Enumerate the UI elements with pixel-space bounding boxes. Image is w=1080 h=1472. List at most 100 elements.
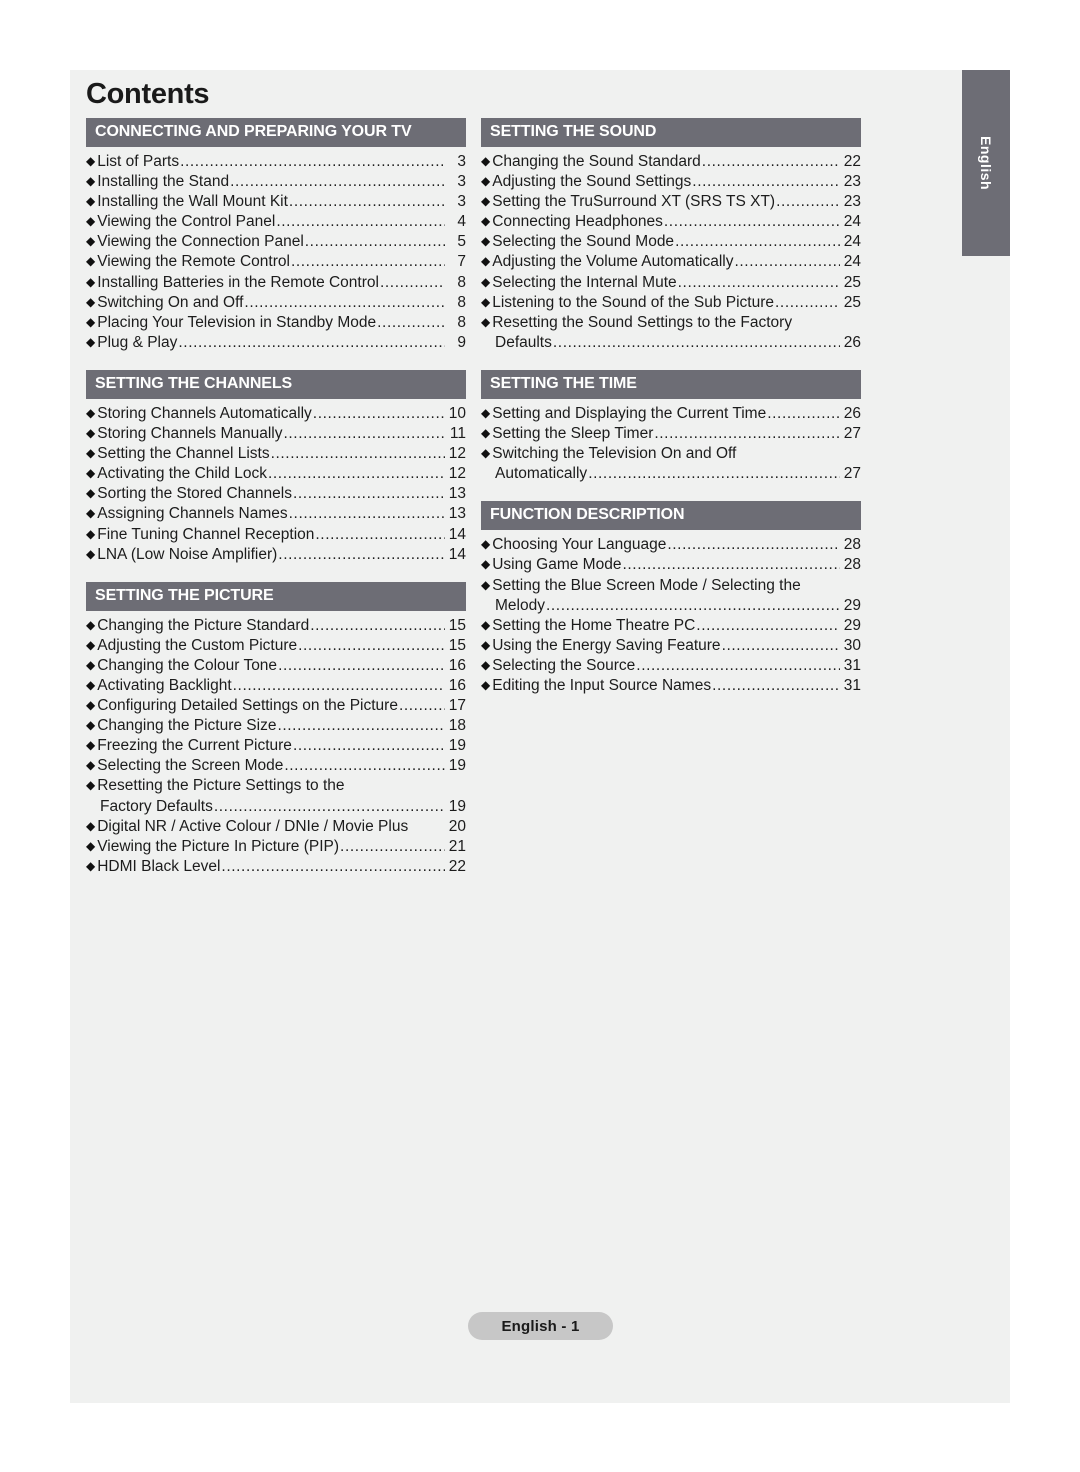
- toc-entry[interactable]: ◆ Switching On and Off ..................…: [86, 293, 466, 313]
- toc-entry[interactable]: ◆ Using the Energy Saving Feature .......…: [481, 636, 861, 656]
- toc-entry[interactable]: ◆ Resetting the Sound Settings to the Fac…: [481, 313, 861, 333]
- toc-entry[interactable]: ◆ Activating the Child Lock .............…: [86, 464, 466, 484]
- diamond-bullet-icon: ◆: [86, 698, 96, 713]
- toc-entry[interactable]: ◆ LNA (Low Noise Amplifier) .............…: [86, 545, 466, 565]
- toc-entry-label: Viewing the Connection Panel: [97, 233, 304, 251]
- toc-entry[interactable]: ◆ Assigning Channels Names ..............…: [86, 504, 466, 524]
- toc-entry[interactable]: ◆Melody ................................…: [481, 596, 861, 616]
- toc-entry-label: Defaults: [495, 333, 552, 351]
- toc-entry[interactable]: ◆ Viewing the Remote Control ............…: [86, 252, 466, 272]
- toc-entry-page-number: 21: [448, 837, 466, 855]
- toc-entry[interactable]: ◆ Adjusting the Custom Picture ..........…: [86, 636, 466, 656]
- toc-entry[interactable]: ◆ Setting the TruSurround XT (SRS TS XT) …: [481, 192, 861, 212]
- toc-entry[interactable]: ◆ Configuring Detailed Settings on the Pi…: [86, 696, 466, 716]
- toc-entry-page-number: 25: [843, 293, 861, 311]
- toc-entry[interactable]: ◆ Changing the Sound Standard ...........…: [481, 152, 861, 172]
- toc-entry-label: Assigning Channels Names: [97, 505, 288, 523]
- diamond-bullet-icon: ◆: [481, 294, 491, 309]
- toc-entry-label: Connecting Headphones: [492, 213, 663, 231]
- toc-entry-page-number: 8: [457, 313, 466, 331]
- diamond-bullet-icon: ◆: [481, 426, 491, 441]
- toc-section-heading: SETTING THE PICTURE: [86, 581, 466, 611]
- toc-entry[interactable]: ◆ Sorting the Stored Channels ...........…: [86, 484, 466, 504]
- toc-entry-page-number: 19: [448, 737, 466, 755]
- toc-entry-label: Sorting the Stored Channels: [97, 485, 292, 503]
- toc-entry[interactable]: ◆ Adjusting the Sound Settings ..........…: [481, 172, 861, 192]
- toc-entry[interactable]: ◆ Storing Channels Automatically ........…: [86, 404, 466, 424]
- toc-entry[interactable]: ◆ Viewing the Picture In Picture (PIP) ..…: [86, 837, 466, 857]
- toc-leader-dots: ........................................…: [288, 505, 445, 523]
- toc-entry[interactable]: ◆ Plug & Play ...........................…: [86, 333, 466, 353]
- toc-entry[interactable]: ◆ Viewing the Control Panel .............…: [86, 212, 466, 232]
- toc-entry-label: Storing Channels Manually: [97, 425, 283, 443]
- diamond-bullet-icon: ◆: [86, 637, 96, 652]
- diamond-bullet-icon: ◆: [481, 254, 491, 269]
- toc-entry[interactable]: ◆Factory Defaults ......................…: [86, 797, 466, 817]
- toc-entry[interactable]: ◆ Editing the Input Source Names ........…: [481, 676, 861, 696]
- toc-entry[interactable]: ◆ Selecting the Internal Mute ...........…: [481, 273, 861, 293]
- toc-entry[interactable]: ◆ Freezing the Current Picture ..........…: [86, 736, 466, 756]
- toc-leader-dots: ........................................…: [377, 313, 445, 331]
- toc-entry-page-number: 24: [843, 213, 861, 231]
- diamond-bullet-icon: ◆: [481, 214, 491, 229]
- toc-entry[interactable]: ◆ Changing the Picture Standard .........…: [86, 616, 466, 636]
- toc-leader-dots: ........................................…: [340, 837, 445, 855]
- toc-entry[interactable]: ◆ Setting the Sleep Timer ...............…: [481, 424, 861, 444]
- toc-entry[interactable]: ◆ Storing Channels Manually .............…: [86, 424, 466, 444]
- toc-entry-label: Adjusting the Volume Automatically: [492, 253, 734, 271]
- toc-entry[interactable]: ◆ Selecting the Source ..................…: [481, 656, 861, 676]
- toc-entry[interactable]: ◆ Listening to the Sound of the Sub Pictu…: [481, 293, 861, 313]
- toc-entry[interactable]: ◆ Changing the Picture Size .............…: [86, 716, 466, 736]
- toc-entry[interactable]: ◆ Using Game Mode .......................…: [481, 555, 861, 575]
- toc-entry-label: Factory Defaults: [100, 797, 213, 815]
- toc-entry[interactable]: ◆ Selecting the Sound Mode ..............…: [481, 232, 861, 252]
- toc-entry-page-number: 3: [457, 173, 466, 191]
- toc-entry-page-number: 17: [448, 697, 466, 715]
- toc-entry[interactable]: ◆ Activating Backlight ..................…: [86, 676, 466, 696]
- toc-section: SETTING THE TIME ◆ Setting and Displaying …: [481, 369, 861, 484]
- toc-entry[interactable]: ◆ Choosing Your Language ................…: [481, 535, 861, 555]
- diamond-bullet-icon: ◆: [481, 577, 491, 592]
- toc-entry[interactable]: ◆ Setting the Home Theatre PC ...........…: [481, 616, 861, 636]
- toc-entry-label: Fine Tuning Channel Reception: [97, 525, 315, 543]
- toc-entry-page-number: 23: [843, 173, 861, 191]
- toc-entry[interactable]: ◆ HDMI Black Level ......................…: [86, 857, 466, 877]
- toc-leader-dots: ........................................…: [696, 616, 840, 634]
- toc-entry[interactable]: ◆ Viewing the Connection Panel ..........…: [86, 232, 466, 252]
- toc-entry[interactable]: ◆ Setting the Blue Screen Mode / Selectin…: [481, 576, 861, 596]
- toc-entry[interactable]: ◆ Selecting the Screen Mode .............…: [86, 756, 466, 776]
- toc-entry[interactable]: ◆Defaults ..............................…: [481, 333, 861, 353]
- toc-entry[interactable]: ◆ Setting and Displaying the Current Time…: [481, 404, 861, 424]
- toc-entry[interactable]: ◆ Placing Your Television in Standby Mode…: [86, 313, 466, 333]
- toc-section-heading: SETTING THE TIME: [481, 369, 861, 399]
- toc-section: SETTING THE CHANNELS ◆ Storing Channels Au…: [86, 369, 466, 565]
- diamond-bullet-icon: ◆: [86, 294, 96, 309]
- toc-entry-label: Using Game Mode: [492, 556, 622, 574]
- toc-entry[interactable]: ◆ List of Parts .........................…: [86, 152, 466, 172]
- toc-entry[interactable]: ◆ Resetting the Picture Settings to the: [86, 776, 466, 796]
- toc-entry[interactable]: ◆ Switching the Television On and Off: [481, 444, 861, 464]
- toc-leader-dots: ........................................…: [310, 616, 445, 634]
- toc-entry-page-number: 26: [843, 404, 861, 422]
- toc-entry[interactable]: ◆Automatically .........................…: [481, 464, 861, 484]
- diamond-bullet-icon: ◆: [86, 677, 96, 692]
- toc-entry[interactable]: ◆ Installing Batteries in the Remote Cont…: [86, 273, 466, 293]
- toc-entry-label: Viewing the Remote Control: [97, 253, 290, 271]
- toc-leader-dots: ........................................…: [552, 333, 840, 351]
- toc-entry[interactable]: ◆ Changing the Colour Tone ..............…: [86, 656, 466, 676]
- toc-leader-dots: ........................................…: [379, 273, 445, 291]
- diamond-bullet-icon: ◆: [481, 274, 491, 289]
- toc-entry-page-number: 24: [843, 253, 861, 271]
- toc-entry[interactable]: ◆ Installing the Stand ..................…: [86, 172, 466, 192]
- toc-entry-label: Setting the Channel Lists: [97, 445, 270, 463]
- toc-entry[interactable]: ◆ Adjusting the Volume Automatically ....…: [481, 252, 861, 272]
- toc-entry[interactable]: ◆ Connecting Headphones .................…: [481, 212, 861, 232]
- diamond-bullet-icon: ◆: [481, 657, 491, 672]
- toc-entry[interactable]: ◆ Setting the Channel Lists .............…: [86, 444, 466, 464]
- toc-entry-page-number: 9: [457, 333, 466, 351]
- toc-entry[interactable]: ◆ Installing the Wall Mount Kit .........…: [86, 192, 466, 212]
- toc-entry-page-number: 8: [457, 293, 466, 311]
- toc-entry-label: Selecting the Internal Mute: [492, 273, 677, 291]
- toc-entry[interactable]: ◆ Digital NR / Active Colour / DNIe / Mov…: [86, 817, 466, 837]
- toc-entry[interactable]: ◆ Fine Tuning Channel Reception .........…: [86, 525, 466, 545]
